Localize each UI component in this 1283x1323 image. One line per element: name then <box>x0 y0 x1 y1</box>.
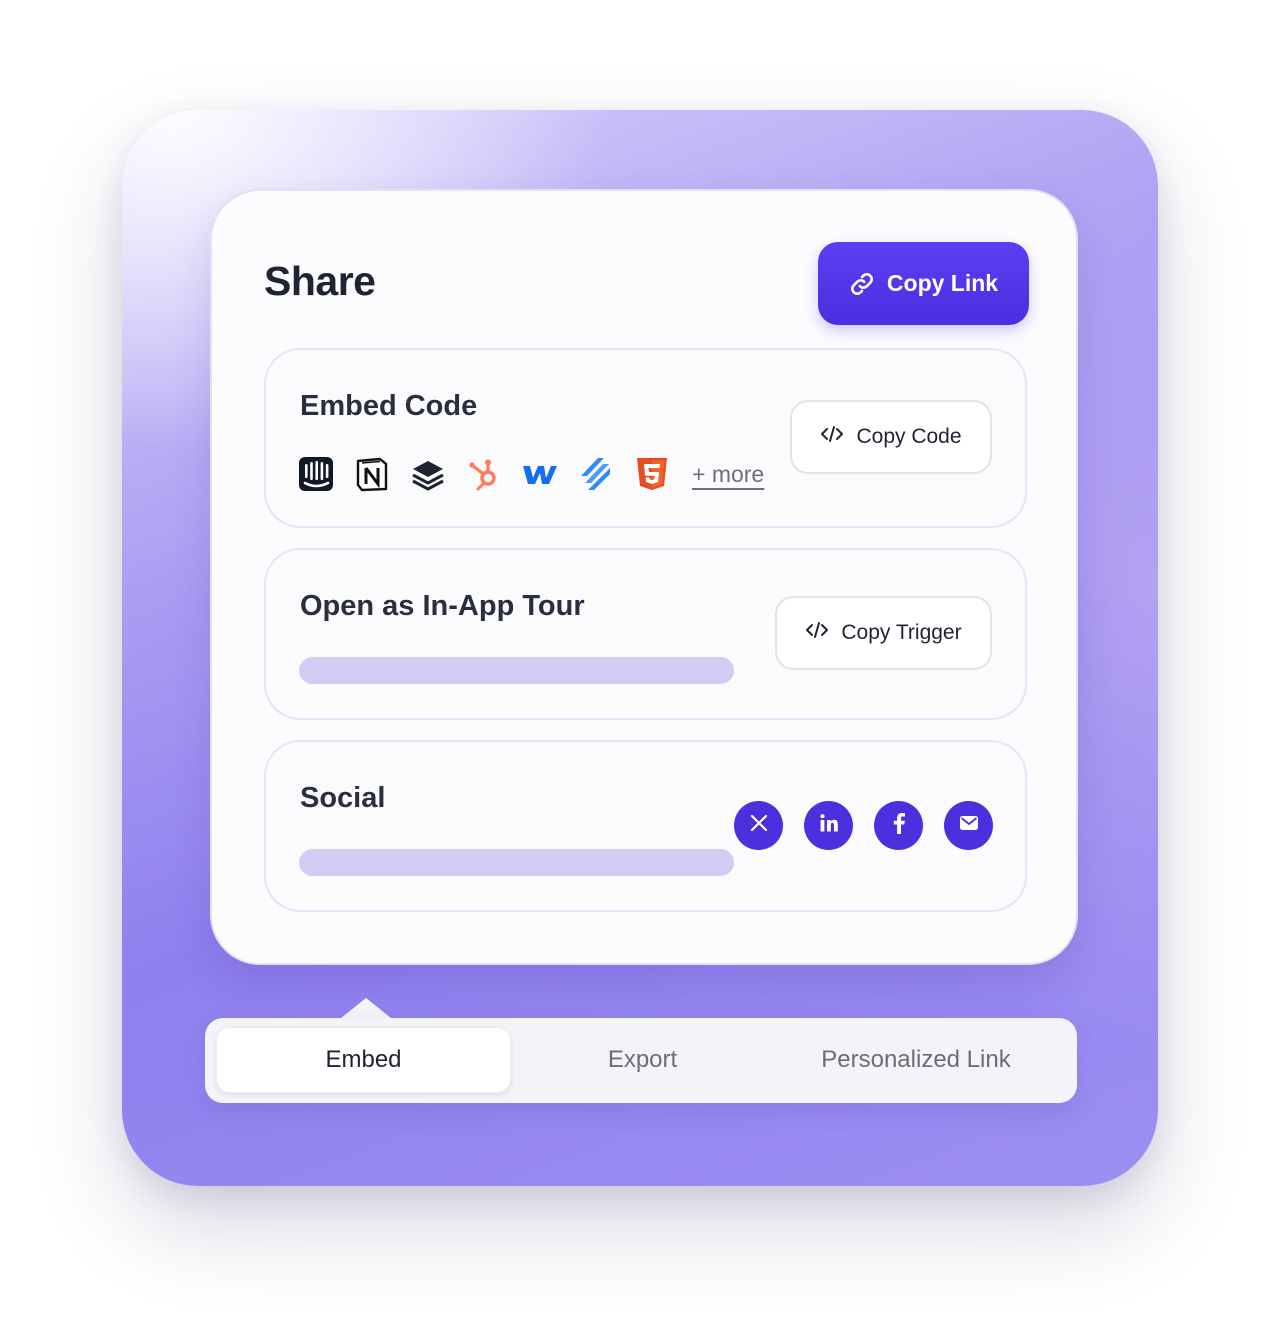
share-mode-tabs: Embed Export Personalized Link <box>205 1018 1077 1103</box>
email-icon <box>959 815 979 836</box>
zendesk-icon <box>578 456 614 492</box>
copy-trigger-label: Copy Trigger <box>841 621 962 644</box>
panel-title: Share <box>264 258 376 304</box>
linkedin-icon <box>819 813 839 838</box>
social-title: Social <box>300 782 386 814</box>
webflow-icon <box>522 456 558 492</box>
more-integrations-link[interactable]: + more <box>692 461 764 488</box>
code-icon <box>820 424 844 450</box>
embed-code-section: Embed Code + more Copy Code <box>264 348 1027 528</box>
in-app-tour-title: Open as In-App Tour <box>300 590 585 622</box>
copy-link-button[interactable]: Copy Link <box>818 242 1029 325</box>
placeholder-bar <box>299 849 734 876</box>
tab-export[interactable]: Export <box>525 1027 760 1093</box>
linkedin-share-button[interactable] <box>804 801 853 850</box>
social-buttons <box>734 801 993 850</box>
placeholder-bar <box>299 657 734 684</box>
x-share-button[interactable] <box>734 801 783 850</box>
in-app-tour-section: Open as In-App Tour Copy Trigger <box>264 548 1027 720</box>
link-icon <box>849 271 875 297</box>
integration-logos: + more <box>298 456 764 492</box>
notion-icon <box>354 456 390 492</box>
html5-icon <box>634 456 670 492</box>
code-icon <box>805 620 829 646</box>
embed-code-title: Embed Code <box>300 390 478 422</box>
x-icon <box>749 813 769 838</box>
intercom-icon <box>298 456 334 492</box>
facebook-share-button[interactable] <box>874 801 923 850</box>
email-share-button[interactable] <box>944 801 993 850</box>
tab-embed[interactable]: Embed <box>216 1027 511 1093</box>
copy-code-button[interactable]: Copy Code <box>790 400 992 474</box>
copy-code-label: Copy Code <box>856 425 962 448</box>
copy-trigger-button[interactable]: Copy Trigger <box>775 596 992 670</box>
hubspot-icon <box>466 456 502 492</box>
social-section: Social <box>264 740 1027 912</box>
tab-personalized-link[interactable]: Personalized Link <box>780 1027 1052 1093</box>
facebook-icon <box>892 812 906 839</box>
copy-link-label: Copy Link <box>886 270 999 296</box>
layers-icon <box>410 456 446 492</box>
